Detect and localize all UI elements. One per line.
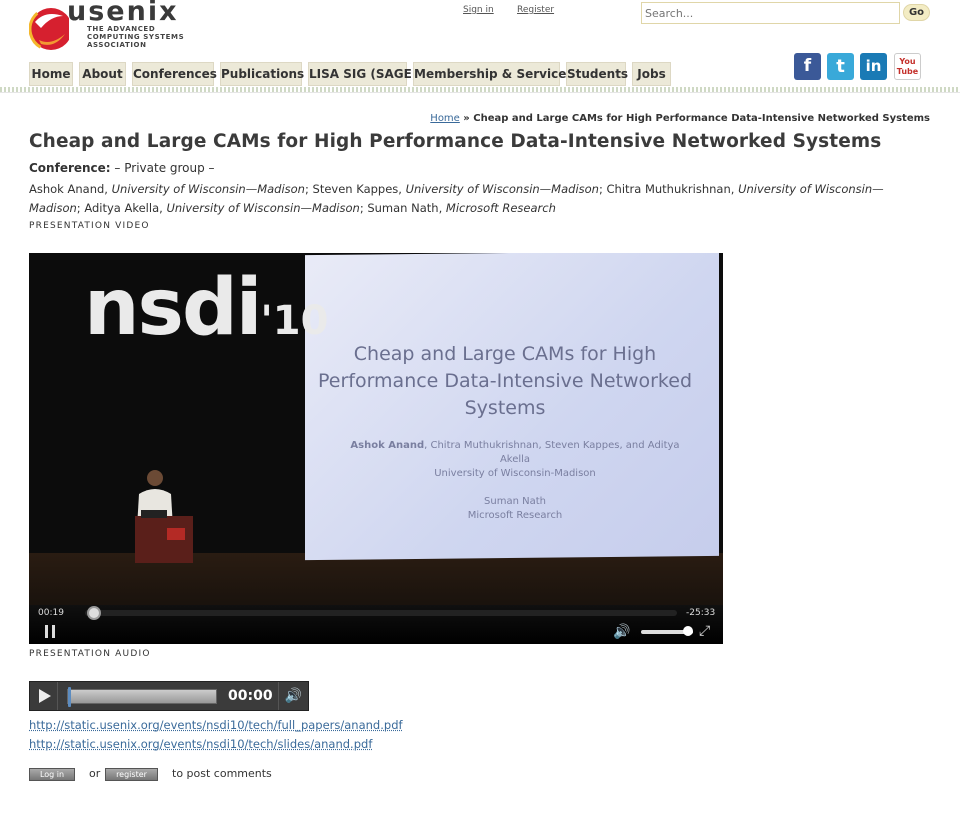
- page-title: Cheap and Large CAMs for High Performanc…: [29, 131, 882, 152]
- sign-in-link[interactable]: Sign in: [463, 5, 494, 15]
- nav-jobs[interactable]: Jobs: [632, 62, 671, 86]
- audio-volume-icon[interactable]: 🔊: [278, 682, 308, 710]
- video-seek-bar[interactable]: [85, 610, 677, 616]
- nsdi-logo-text: nsdi: [84, 263, 263, 353]
- author-affiliation: University of Wisconsin—Madison: [405, 182, 599, 196]
- video-section-label: Presentation Video: [29, 221, 150, 231]
- log-in-button[interactable]: Log in: [29, 768, 75, 781]
- full-paper-link[interactable]: http://static.usenix.org/events/nsdi10/t…: [29, 718, 403, 732]
- slide-affiliation-1: University of Wisconsin-Madison: [434, 468, 596, 479]
- video-player[interactable]: nsdi'10 Cheap and Large CAMs for High Pe…: [29, 253, 723, 644]
- author-separator: ;: [598, 182, 607, 196]
- video-remaining-time: -25:33: [686, 608, 716, 618]
- slide-author-lead: Ashok Anand: [350, 440, 425, 451]
- video-nsdi-logo: nsdi'10: [84, 263, 328, 353]
- sign-in-link-wrap: Sign in: [463, 5, 494, 15]
- slide-author-rest: , Chitra Muthukrishnan, Steven Kappes, a…: [424, 440, 680, 465]
- slides-link[interactable]: http://static.usenix.org/events/nsdi10/t…: [29, 737, 372, 751]
- register-button[interactable]: register: [105, 768, 158, 781]
- pause-icon[interactable]: [45, 625, 57, 638]
- logo-wordmark: usenix: [67, 0, 179, 27]
- linkedin-icon[interactable]: in: [860, 53, 887, 80]
- author-list: Ashok Anand, University of Wisconsin—Mad…: [29, 180, 934, 218]
- twitter-icon[interactable]: t: [827, 53, 854, 80]
- logo-tagline: THE ADVANCED COMPUTING SYSTEMS ASSOCIATI…: [87, 25, 185, 49]
- fullscreen-icon[interactable]: ⤢: [699, 623, 710, 639]
- register-link-wrap: Register: [517, 5, 554, 15]
- conference-label: Conference:: [29, 161, 111, 175]
- play-button[interactable]: [30, 682, 58, 710]
- play-icon: [39, 689, 51, 703]
- breadcrumb-current: Cheap and Large CAMs for High Performanc…: [473, 113, 930, 124]
- author-affiliation: University of Wisconsin—Madison: [111, 182, 305, 196]
- breadcrumb-home[interactable]: Home: [430, 113, 460, 124]
- search-input[interactable]: [641, 2, 900, 24]
- nav-conferences[interactable]: Conferences: [132, 62, 217, 86]
- audio-player: 00:00 🔊: [29, 681, 309, 711]
- nav-about[interactable]: About: [79, 62, 126, 86]
- usenix-logo[interactable]: usenix THE ADVANCED COMPUTING SYSTEMS AS…: [29, 0, 199, 54]
- breadcrumb: Home » Cheap and Large CAMs for High Per…: [430, 113, 930, 124]
- nsdi-logo-year: '10: [260, 298, 329, 344]
- nav-lisa-sig[interactable]: LISA SIG (SAGE): [308, 62, 417, 86]
- audio-seek-handle[interactable]: [68, 687, 71, 707]
- video-elapsed-time: 00:19: [38, 608, 64, 618]
- nav-divider-line: [0, 92, 960, 93]
- nav-home[interactable]: Home: [29, 62, 73, 86]
- speaker-figure: [135, 470, 193, 563]
- author-affiliation: University of Wisconsin—Madison: [166, 201, 360, 215]
- facebook-icon[interactable]: f: [794, 53, 821, 80]
- conference-value: – Private group –: [110, 161, 215, 175]
- video-volume-handle[interactable]: [682, 626, 693, 636]
- nav-students[interactable]: Students: [566, 62, 628, 86]
- audio-seek-bar[interactable]: [67, 689, 217, 704]
- audio-section-label: Presentation Audio: [29, 649, 151, 659]
- slide-affiliation-block: Suman Nath Microsoft Research: [345, 495, 685, 523]
- slide-authors: Ashok Anand, Chitra Muthukrishnan, Steve…: [345, 439, 685, 481]
- author-affiliation: Microsoft Research: [445, 201, 556, 215]
- register-link[interactable]: Register: [517, 5, 554, 15]
- post-comments-text: to post comments: [172, 767, 272, 780]
- volume-icon[interactable]: 🔊: [613, 624, 630, 640]
- youtube-icon[interactable]: You Tube: [894, 53, 921, 80]
- slide-affiliation-2: Microsoft Research: [467, 510, 563, 521]
- conference-line: Conference: – Private group –: [29, 161, 215, 175]
- author-name: Chitra Muthukrishnan,: [606, 182, 739, 196]
- author-separator: ;: [304, 182, 313, 196]
- search-go-button[interactable]: Go: [903, 4, 930, 21]
- nav-membership[interactable]: Membership & Services: [413, 62, 573, 86]
- slide-title: Cheap and Large CAMs for High Performanc…: [317, 343, 693, 419]
- audio-time: 00:00: [228, 688, 273, 704]
- author-name: Aditya Akella,: [84, 201, 167, 215]
- author-name: Ashok Anand,: [29, 182, 112, 196]
- author-name: Steven Kappes,: [312, 182, 406, 196]
- usenix-logo-icon: [29, 6, 69, 52]
- slide-author-2: Suman Nath: [484, 496, 546, 507]
- nav-publications[interactable]: Publications: [220, 62, 304, 86]
- video-seek-handle[interactable]: [87, 606, 102, 620]
- author-name: Suman Nath,: [367, 201, 446, 215]
- or-text: or: [89, 767, 101, 780]
- breadcrumb-separator: »: [459, 113, 474, 124]
